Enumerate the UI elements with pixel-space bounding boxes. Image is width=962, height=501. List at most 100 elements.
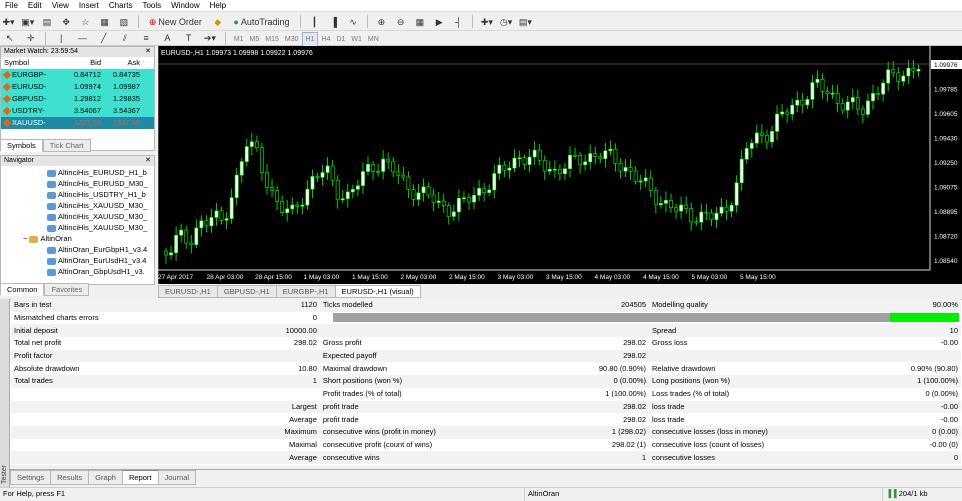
text-icon[interactable]: A xyxy=(160,31,175,44)
menu-view[interactable]: View xyxy=(47,0,74,12)
profiles-icon[interactable]: ▣▾ xyxy=(20,15,35,30)
label-icon[interactable]: T xyxy=(181,31,196,44)
tab-results[interactable]: Results xyxy=(50,470,90,485)
timeframe-m5[interactable]: M5 xyxy=(247,33,263,46)
chart-tab[interactable]: EURUSD-,H1 xyxy=(158,285,218,298)
navigator-item[interactable]: AltinciHis_EURUSD_H1_b xyxy=(47,167,154,178)
menu-window[interactable]: Window xyxy=(166,0,204,12)
time-label: 4 May 15:00 xyxy=(643,274,679,281)
time-label: 27 Apr 2017 xyxy=(158,274,193,281)
arrows-icon[interactable]: ➔▾ xyxy=(202,32,217,45)
periods-icon[interactable]: ◷▾ xyxy=(499,15,514,30)
navigator-item[interactable]: AltinciHis_XAUUSD_M30_ xyxy=(47,211,154,222)
candle-body xyxy=(699,211,704,223)
line-chart-icon[interactable]: ∿ xyxy=(345,15,360,30)
fibonacci-icon[interactable]: ≡ xyxy=(139,31,154,44)
vertical-line-icon[interactable]: | xyxy=(54,31,69,44)
ask-column-header[interactable]: Ask xyxy=(104,57,143,69)
templates-icon[interactable]: ▤▾ xyxy=(518,15,533,30)
report-cell: Maximal xyxy=(288,439,317,449)
menu-edit[interactable]: Edit xyxy=(23,0,47,12)
collapse-icon[interactable]: − xyxy=(23,234,27,243)
timeframe-m1[interactable]: M1 xyxy=(231,33,247,46)
new-chart-icon[interactable]: ✚▾ xyxy=(1,15,16,30)
timeframe-d1[interactable]: D1 xyxy=(333,33,348,46)
terminal-icon[interactable]: ▦ xyxy=(97,15,112,30)
report-cell xyxy=(11,388,163,401)
timeframe-h4[interactable]: H4 xyxy=(318,33,333,46)
metaeditor-icon[interactable]: ◆ xyxy=(210,15,225,30)
chart-tab[interactable]: GBPUSD-,H1 xyxy=(216,285,277,298)
menu-insert[interactable]: Insert xyxy=(74,0,104,12)
close-icon[interactable]: ✕ xyxy=(145,156,151,166)
auto-scroll-icon[interactable]: ▶ xyxy=(432,15,447,30)
navigator-item[interactable]: AltinciHis_XAUUSD_M30_ xyxy=(47,200,154,211)
menu-charts[interactable]: Charts xyxy=(104,0,138,12)
horizontal-line-icon[interactable]: — xyxy=(75,31,90,44)
tab-journal[interactable]: Journal xyxy=(157,470,197,485)
navigator-item[interactable]: AltinciHis_EURUSD_M30_ xyxy=(47,178,154,189)
channel-icon[interactable]: ⫽ xyxy=(117,32,132,45)
trendline-icon[interactable]: ╱ xyxy=(96,32,111,45)
navigator-item[interactable]: AltinOran_GbpUsdH1_v3. xyxy=(47,266,154,277)
market-watch-icon[interactable]: ▤ xyxy=(39,15,54,30)
tile-windows-icon[interactable]: ▦ xyxy=(412,15,427,30)
tab-symbols[interactable]: Symbols xyxy=(0,139,43,152)
data-window-icon[interactable]: ✥ xyxy=(59,15,74,30)
strategy-tester-icon[interactable]: ▧ xyxy=(116,15,131,30)
bid-column-header[interactable]: Bid xyxy=(65,57,104,69)
tab-tick-chart[interactable]: Tick Chart xyxy=(42,139,91,152)
timeframe-m15[interactable]: M15 xyxy=(262,33,282,46)
cursor-icon[interactable]: ↖ xyxy=(2,32,17,45)
tab-report[interactable]: Report xyxy=(121,470,159,485)
navigator-item[interactable]: AltinOran_EurUsdH1_v3.4 xyxy=(47,255,154,266)
tab-favorites[interactable]: Favorites xyxy=(44,283,90,296)
chart-tab[interactable]: EURGBP-,H1 xyxy=(275,285,336,298)
market-watch-row[interactable]: EURUSD- 1.09974 1.09987 xyxy=(1,81,154,93)
menu-tools[interactable]: Tools xyxy=(137,0,166,12)
navigator-item[interactable]: AltinciHis_USDTRY_H1_b xyxy=(47,189,154,200)
zoom-out-icon[interactable]: ⊖ xyxy=(393,15,408,30)
timeframe-h1[interactable]: H1 xyxy=(301,31,319,47)
chart-tab-active[interactable]: EURUSD-,H1 (visual) xyxy=(334,285,421,298)
navigator-title: Navigator xyxy=(4,157,34,164)
navigator-item[interactable]: AltinciHis_XAUUSD_M30_ xyxy=(47,222,154,233)
market-watch-row[interactable]: GBPUSD- 1.29812 1.29835 xyxy=(1,93,154,105)
market-watch-row[interactable]: USDTRY- 3.54067 3.54367 xyxy=(1,105,154,117)
folder-icon xyxy=(29,235,39,243)
close-icon[interactable]: ✕ xyxy=(145,47,151,57)
report-cell: loss trade xyxy=(649,400,882,414)
zoom-in-icon[interactable]: ⊕ xyxy=(374,15,389,30)
candle-body xyxy=(189,242,194,245)
navigator-item[interactable]: AltinOran_EurGbpH1_v3.4 xyxy=(47,244,154,255)
market-watch-row[interactable]: EURGBP- 0.84712 0.84735 xyxy=(1,69,154,81)
autotrading-button[interactable]: ● AutoTrading xyxy=(229,14,293,29)
bar-chart-icon[interactable]: ┃ xyxy=(307,15,322,30)
tester-label: Tester xyxy=(1,464,8,484)
navigator-item-label: AltinOran_EurGbpH1_v3.4 xyxy=(58,245,148,254)
new-order-button[interactable]: ⊕ New Order xyxy=(145,15,206,30)
timeframe-m30[interactable]: M30 xyxy=(282,33,302,46)
tab-common[interactable]: Common xyxy=(0,283,45,296)
candle-body xyxy=(507,167,512,171)
symbol-column-header[interactable]: Symbol xyxy=(1,57,65,69)
candle-body xyxy=(204,220,209,227)
menu-help[interactable]: Help xyxy=(205,0,231,12)
chart-shift-icon[interactable]: ┤ xyxy=(451,14,466,29)
tab-graph[interactable]: Graph xyxy=(88,470,123,485)
crosshair-icon[interactable]: ✛ xyxy=(23,32,38,45)
navigator-icon[interactable]: ☆ xyxy=(78,15,93,30)
report-cell: loss trade xyxy=(652,414,685,424)
timeframe-w1[interactable]: W1 xyxy=(348,33,365,46)
candlestick-icon[interactable]: ▐ xyxy=(326,14,341,29)
price-chart[interactable]: EURUSD-,H1 1.09973 1.09998 1.09922 1.099… xyxy=(157,46,962,284)
market-watch-row-selected[interactable]: XAUUSD- 1227.09 1227.45 xyxy=(1,117,154,129)
candle-body xyxy=(805,99,810,106)
chart-canvas[interactable]: EURUSD-,H1 1.09973 1.09998 1.09922 1.099… xyxy=(157,46,962,284)
indicators-icon[interactable]: ✚▾ xyxy=(479,15,494,30)
tab-settings[interactable]: Settings xyxy=(10,470,52,485)
timeframe-mn[interactable]: MN xyxy=(365,33,382,46)
menu-file[interactable]: File xyxy=(0,0,23,12)
navigator-folder[interactable]: − AltinOran xyxy=(1,233,154,244)
candle-body xyxy=(199,220,204,229)
